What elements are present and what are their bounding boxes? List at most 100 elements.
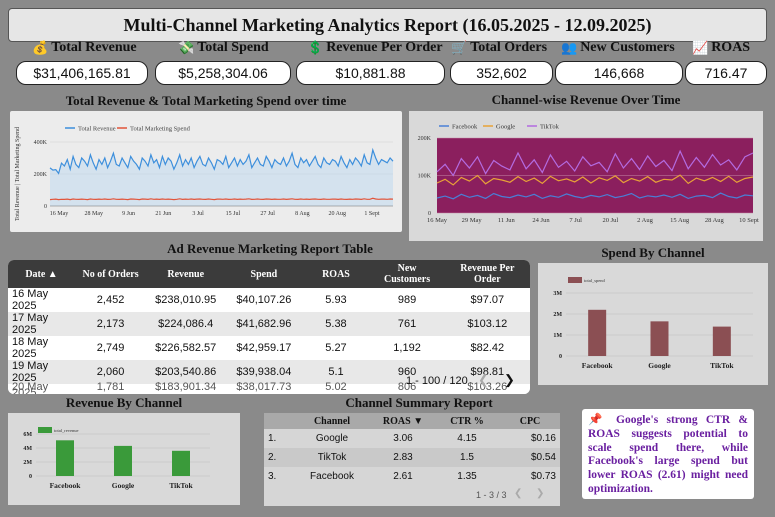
legend-label: Google: [496, 124, 515, 131]
x-tick-label: 8 Aug: [295, 211, 310, 217]
table-cell: $97.07: [470, 294, 505, 306]
legend-label: total_revenue: [54, 428, 79, 433]
report-table-next-button[interactable]: ❯: [504, 372, 515, 388]
table-cell: $103.12: [467, 318, 508, 330]
revenue-spend-chart-title: Total Revenue & Total Marketing Spend ov…: [65, 93, 347, 108]
category-label: Google: [648, 361, 671, 370]
summary-col-header-0: [264, 413, 292, 429]
table-cell: 2,452: [96, 294, 125, 306]
x-tick-label: 7 Jul: [569, 217, 582, 224]
page-title: Multi-Channel Marketing Analytics Report…: [8, 8, 767, 42]
x-tick-label: 15 Aug: [670, 217, 690, 224]
y-tick-label: 200K: [34, 172, 48, 178]
legend-label: Total Marketing Spend: [130, 126, 191, 133]
summary-col-header-2[interactable]: ROAS ▼: [372, 413, 434, 429]
category-label: TikTok: [710, 361, 734, 370]
bar-google: [114, 445, 132, 476]
x-tick-label: 24 Jun: [532, 217, 550, 224]
table-cell: 1,192: [393, 342, 421, 354]
x-tick-label: 2 Aug: [637, 217, 653, 224]
report-col-header-text: Date ▲: [25, 268, 58, 280]
x-tick-label: 9 Jun: [122, 211, 135, 217]
report-col-header-text: Revenue: [167, 268, 205, 280]
report-table: Date ▲ No of Orders Revenue Spend ROAS New Cus…: [8, 260, 530, 394]
table-cell: $0.54: [530, 452, 556, 463]
report-col-header-text: Revenue Per: [460, 263, 515, 274]
revenue-channel-bar-chart: total_revenue 0 2M 4M 6M Facebook Google TikTok: [23, 427, 210, 490]
table-cell: $224,086.4: [158, 318, 214, 330]
kpi-label-text: Total Orders: [470, 40, 548, 55]
table-cell: 2,173: [96, 318, 125, 330]
summary-col-header-1: Channel: [292, 413, 372, 429]
table-row[interactable]: 16 May 2025 2,452 $238,010.95 $40,107.26 5.9…: [8, 288, 530, 312]
legend-label: TikTok: [540, 124, 560, 131]
channel-revenue-chart-panel: Facebook Google TikTok 0 100K 200K 16 May 29 Ma…: [409, 111, 763, 241]
table-cell: 761: [397, 318, 417, 330]
kpi-value-1: $5,258,304.06: [155, 61, 291, 85]
table-cell: 1.35: [457, 471, 477, 482]
summary-table-next-button[interactable]: ❯: [536, 488, 544, 499]
report-table-title: Ad Revenue Marketing Report Table: [167, 241, 373, 256]
table-cell: 5.93: [325, 294, 347, 306]
channel-revenue-line-chart: Facebook Google TikTok0100K200K16 May 29 Ma…: [418, 124, 759, 225]
table-row[interactable]: 17 May 2025 2,173 $224,086.4 $41,682.96 5.38…: [8, 312, 530, 336]
table-row[interactable]: 18 May 2025 2,749 $226,582.57 $42,959.17 5.2…: [8, 336, 530, 360]
table-cell: TikTok: [317, 452, 347, 463]
table-cell: $42,959.17: [236, 342, 292, 354]
revenue-channel-chart-title: Revenue By Channel: [65, 395, 183, 410]
x-tick-label: 21 Jun: [155, 211, 171, 217]
table-cell: 2.: [268, 452, 277, 463]
summary-table-panel: Channel ROAS ▼ CTR % CPC 1. Google 3.06 4.15 $0…: [264, 413, 560, 506]
report-col-header-4: ROAS: [302, 260, 370, 288]
legend-swatch: [38, 427, 52, 433]
y-tick-label: 0: [44, 204, 47, 210]
y-tick-label: 400K: [34, 140, 48, 146]
table-cell: 17 May 2025: [12, 312, 49, 336]
y-tick-label: 6M: [23, 432, 32, 438]
legend-label: total_spend: [584, 278, 605, 283]
report-col-header-3: Spend: [225, 260, 303, 288]
report-col-header-5: New Customers: [369, 260, 445, 288]
y-tick-label: 0: [559, 354, 562, 360]
category-label: Google: [112, 481, 135, 490]
kpi-label-text: Total Revenue: [51, 40, 137, 55]
x-tick-label: 11 Jun: [498, 217, 516, 224]
table-cell: 20 May 2025: [12, 382, 49, 395]
table-row[interactable]: 1. Google 3.06 4.15 $0.16: [264, 429, 560, 448]
report-col-header-2: Revenue: [146, 260, 226, 288]
bar-facebook: [588, 309, 607, 356]
table-row[interactable]: 2. TikTok 2.83 1.5 $0.54: [264, 448, 560, 467]
revenue-channel-chart-panel: total_revenue 0 2M 4M 6M Facebook Google TikTok: [8, 413, 240, 505]
report-col-header-0[interactable]: Date ▲: [8, 260, 76, 288]
table-cell: 2.83: [393, 452, 413, 463]
summary-col-header-4: CPC: [500, 413, 560, 429]
page-title-text: Multi-Channel Marketing Analytics Report…: [123, 14, 652, 35]
bar-tiktok: [172, 450, 190, 476]
summary-col-header-3: CTR %: [434, 413, 500, 429]
y-tick-label: 0: [29, 474, 32, 480]
report-table-prev-button[interactable]: ❮: [478, 372, 489, 388]
y-axis-label: Total Revenue | Total Marketing Spend: [15, 127, 21, 221]
table-cell: 5.38: [325, 318, 347, 330]
y-tick-label: 2M: [23, 460, 32, 466]
bar-facebook: [56, 440, 74, 476]
summary-table-prev-button[interactable]: ❮: [514, 488, 522, 499]
table-cell: $41,682.96: [236, 318, 292, 330]
table-cell: 2.61: [393, 471, 413, 482]
table-cell: $226,582.57: [155, 342, 217, 354]
spend-channel-bar-chart: total_spend 0 1M 2M 3M Facebook Google TikTok: [553, 277, 753, 370]
x-tick-label: 15 Jul: [226, 211, 241, 217]
pin-icon: 📌: [588, 414, 608, 426]
x-tick-label: 3 Jul: [192, 211, 204, 217]
table-cell: 989: [397, 294, 417, 306]
table-cell: $82.42: [470, 342, 505, 354]
cart-icon: 🛒: [451, 40, 468, 55]
table-row[interactable]: 3. Facebook 2.61 1.35 $0.73: [264, 467, 560, 486]
x-tick-label: 10 Sept: [739, 217, 759, 224]
legend-swatch: [568, 277, 582, 283]
spend-channel-chart-title: Spend By Channel: [601, 245, 705, 260]
kpi-label-4: 👥 New Customers: [561, 40, 675, 56]
x-tick-label: 29 May: [462, 217, 483, 224]
legend-label: Facebook: [452, 124, 478, 131]
table-cell: 1.5: [460, 452, 474, 463]
